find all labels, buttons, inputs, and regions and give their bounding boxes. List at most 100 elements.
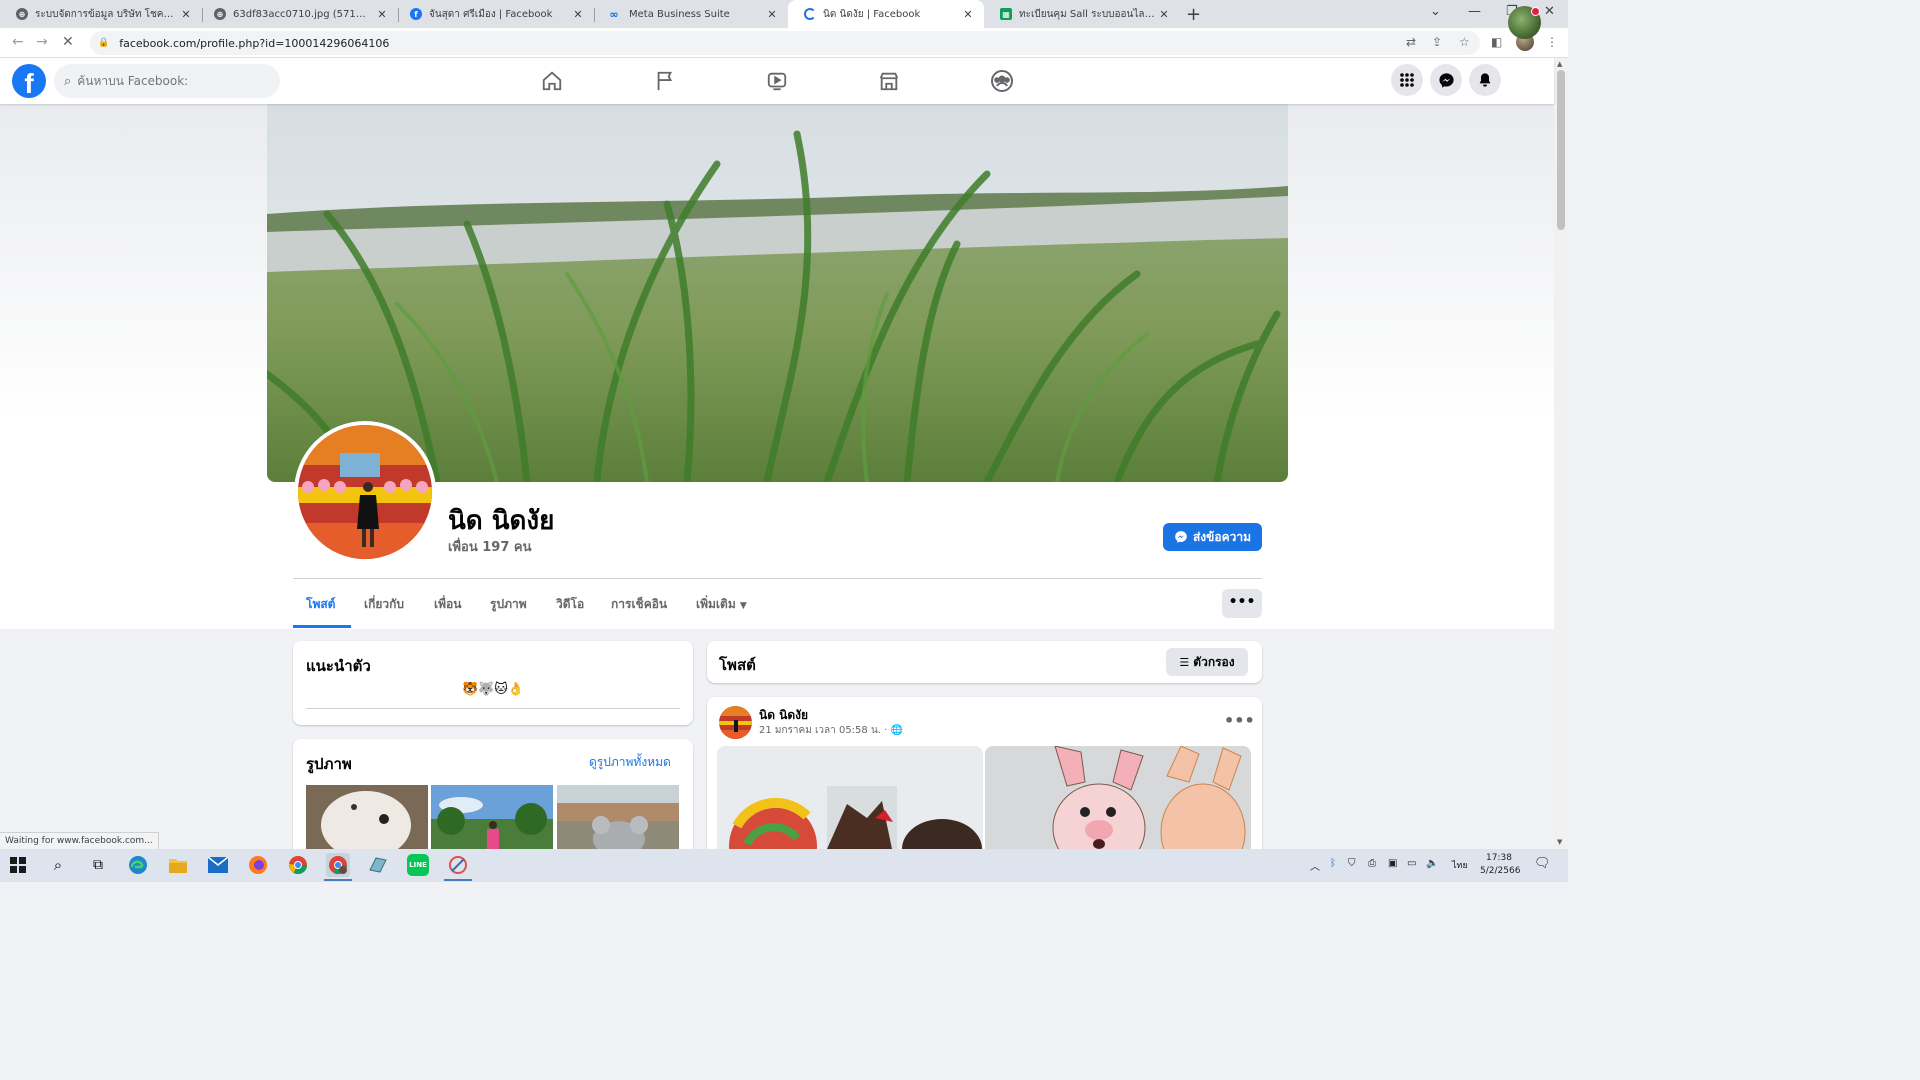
- new-tab-button[interactable]: +: [1186, 4, 1201, 25]
- profile-picture[interactable]: [294, 421, 436, 563]
- snipping-tool-icon[interactable]: [446, 853, 470, 877]
- tab-checkins[interactable]: การเช็คอิน: [611, 595, 667, 614]
- groups-icon[interactable]: [989, 68, 1015, 94]
- friends-count[interactable]: เพื่อน 197 คน: [448, 536, 531, 557]
- windows-start-icon[interactable]: [6, 853, 30, 877]
- task-view-icon[interactable]: ⧉: [86, 853, 110, 877]
- tray-overflow-chevron-icon[interactable]: ︿: [1310, 858, 1320, 873]
- tab-posts[interactable]: โพสต์: [306, 595, 335, 614]
- tab-close-icon[interactable]: ✕: [960, 8, 976, 21]
- lock-icon[interactable]: 🔒: [98, 38, 109, 48]
- messenger-icon: [1175, 531, 1187, 543]
- browser-tab[interactable]: ⊕ ระบบจัดการข้อมูล บริษัท โชคลูกน็อต ...…: [0, 0, 202, 28]
- translate-icon[interactable]: ⇄: [1406, 35, 1416, 49]
- firefox-icon[interactable]: [246, 853, 270, 877]
- close-window-icon[interactable]: ✕: [1544, 4, 1555, 19]
- back-icon[interactable]: ←: [12, 34, 24, 50]
- watch-video-icon[interactable]: [764, 68, 790, 94]
- photo-thumbnail[interactable]: [306, 785, 428, 849]
- loading-icon: [804, 8, 816, 20]
- sheets-icon: ▦: [1000, 8, 1012, 20]
- tab-more[interactable]: เพิ่มเติม ▼: [696, 595, 747, 614]
- home-icon[interactable]: [539, 68, 565, 94]
- active-app-indicator: [444, 879, 472, 881]
- tab-photos[interactable]: รูปภาพ: [490, 595, 527, 614]
- chrome-icon[interactable]: [286, 853, 310, 877]
- search-input[interactable]: [77, 74, 258, 88]
- tab-close-icon[interactable]: ✕: [764, 8, 780, 21]
- scroll-down-arrow-icon[interactable]: ▼: [1557, 838, 1562, 846]
- printer-icon[interactable]: ⎙: [1368, 858, 1376, 869]
- messenger-icon[interactable]: [1430, 64, 1462, 96]
- tab-close-icon[interactable]: ✕: [178, 8, 194, 21]
- input-language[interactable]: ไทย: [1452, 858, 1468, 872]
- line-app-icon[interactable]: LINE: [406, 853, 430, 877]
- browser-tab[interactable]: ▦ ทะเบียนคุม Sall ระบบออนไลน์.xlsx - G ✕: [984, 0, 1180, 28]
- action-center-icon[interactable]: 🗨: [1534, 856, 1551, 871]
- notifications-bell-icon[interactable]: [1469, 64, 1501, 96]
- scroll-thumb[interactable]: [1557, 70, 1565, 230]
- post-image[interactable]: [717, 746, 983, 849]
- facebook-logo[interactable]: f: [12, 64, 46, 99]
- chrome-profile-window-icon[interactable]: [326, 853, 350, 877]
- stop-loading-icon[interactable]: ✕: [62, 34, 74, 50]
- file-explorer-icon[interactable]: [166, 853, 190, 877]
- volume-icon[interactable]: 🔈: [1426, 858, 1438, 869]
- profile-more-options-button[interactable]: •••: [1222, 589, 1262, 618]
- marketplace-icon[interactable]: [876, 68, 902, 94]
- cover-photo[interactable]: [267, 104, 1288, 482]
- menu-grid-icon[interactable]: [1391, 64, 1423, 96]
- header-divider: [293, 578, 1262, 579]
- globe-icon: ⊕: [16, 8, 28, 20]
- tab-friends[interactable]: เพื่อน: [434, 595, 461, 614]
- posts-filter-button[interactable]: ☰ ตัวกรอง: [1166, 648, 1248, 676]
- browser-tab[interactable]: f จันสุดา ศรีเมือง | Facebook ✕: [394, 0, 594, 28]
- display-icon[interactable]: ▣: [1388, 858, 1397, 869]
- photos-title: รูปภาพ: [306, 755, 352, 773]
- tab-close-icon[interactable]: ✕: [374, 8, 390, 21]
- active-app-indicator: [324, 879, 352, 881]
- browser-toolbar: ← → ✕ 🔒 facebook.com/profile.php?id=1000…: [0, 28, 1568, 58]
- edge-browser-icon[interactable]: [126, 853, 150, 877]
- profile-picture-image: [298, 425, 432, 559]
- browser-tab[interactable]: ⊕ 63df83acc0710.jpg (571×1280) ✕: [198, 0, 398, 28]
- posts-title: โพสต์: [719, 656, 756, 674]
- bookmark-star-icon[interactable]: ☆: [1459, 35, 1470, 49]
- address-bar[interactable]: 🔒 facebook.com/profile.php?id=1000142960…: [90, 31, 1480, 55]
- see-all-photos-link[interactable]: ดูรูปภาพทั้งหมด: [589, 753, 671, 772]
- page-scrollbar[interactable]: ▲ ▼: [1554, 58, 1568, 849]
- browser-tab-active[interactable]: นิด นิดงัย | Facebook ✕: [788, 0, 984, 28]
- photo-thumbnail[interactable]: [557, 785, 679, 849]
- share-icon[interactable]: ⇪: [1432, 35, 1442, 49]
- post-image[interactable]: [985, 746, 1251, 849]
- pages-flag-icon[interactable]: [652, 68, 678, 94]
- profile-name: นิด นิดงัย: [448, 506, 555, 536]
- tab-videos[interactable]: วิดีโอ: [556, 595, 584, 614]
- scroll-up-arrow-icon[interactable]: ▲: [1557, 60, 1562, 68]
- network-icon[interactable]: ▭: [1407, 858, 1416, 869]
- minimize-icon[interactable]: —: [1468, 4, 1481, 19]
- post-author-avatar[interactable]: [719, 706, 752, 739]
- facebook-search-box[interactable]: ⌕: [54, 64, 280, 98]
- windows-taskbar: ⌕ ⧉ LINE ︿ ᛒ ⛉ ⎙ ▣ ▭ 🔈 ไทย 17:38 5/2/256…: [0, 849, 1568, 882]
- tab-close-icon[interactable]: ✕: [1156, 8, 1172, 21]
- search-icon: ⌕: [64, 73, 72, 89]
- photo-thumbnail[interactable]: [431, 785, 553, 849]
- side-panel-icon[interactable]: ◧: [1491, 35, 1502, 49]
- search-icon[interactable]: ⌕: [46, 853, 70, 877]
- bluetooth-icon[interactable]: ᛒ: [1330, 858, 1336, 869]
- mail-icon[interactable]: [206, 853, 230, 877]
- intro-bio: 🐯🐺🐱👌: [461, 682, 525, 697]
- post-options-icon[interactable]: •••: [1224, 711, 1255, 730]
- tab-close-icon[interactable]: ✕: [570, 8, 586, 21]
- tab-about[interactable]: เกี่ยวกับ: [364, 595, 404, 614]
- app-tablet-icon[interactable]: [366, 853, 390, 877]
- security-shield-icon[interactable]: ⛉: [1348, 858, 1356, 869]
- tab-search-chevron-icon[interactable]: ⌄: [1430, 4, 1441, 19]
- chrome-menu-icon[interactable]: ⋮: [1546, 35, 1558, 49]
- post-timestamp[interactable]: 21 มกราคม เวลา 05:58 น. · 🌐: [759, 723, 903, 738]
- forward-icon[interactable]: →: [36, 34, 48, 50]
- send-message-button[interactable]: ส่งข้อความ: [1163, 523, 1262, 551]
- browser-tab[interactable]: ∞ Meta Business Suite ✕: [590, 0, 788, 28]
- taskbar-clock[interactable]: 17:38 5/2/2566: [1480, 852, 1520, 878]
